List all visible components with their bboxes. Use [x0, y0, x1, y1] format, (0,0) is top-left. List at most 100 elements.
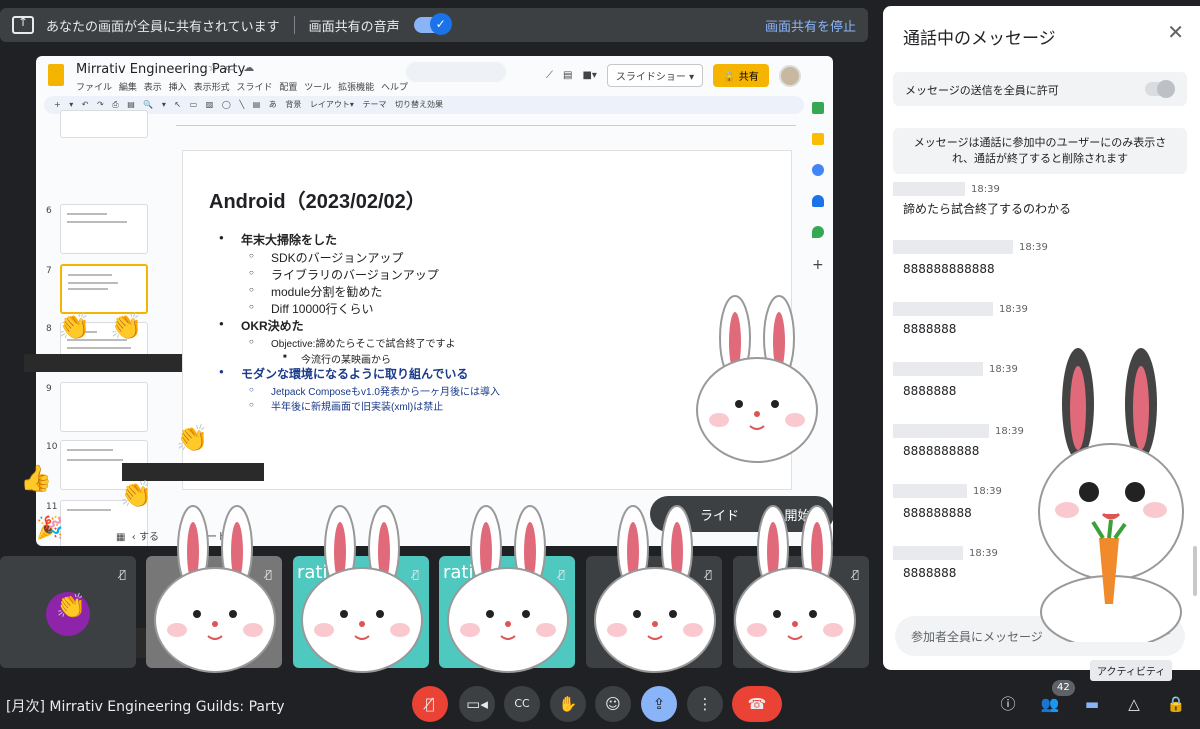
- menu-tools[interactable]: ツール: [304, 83, 331, 93]
- search-field[interactable]: [406, 62, 506, 82]
- host-controls-icon[interactable]: 🔒: [1164, 692, 1188, 716]
- slides-logo-icon: [48, 64, 64, 86]
- star-icon[interactable]: ☆ ▭ ☁: [208, 61, 254, 74]
- menu-slide[interactable]: スライド: [236, 83, 272, 93]
- redacted-name: [24, 354, 182, 372]
- divider: [293, 16, 295, 34]
- menu-view[interactable]: 表示: [144, 83, 162, 93]
- keep-icon[interactable]: [812, 133, 824, 145]
- speaker-notes-bar[interactable]: ▦ ‹ する ーノートを: [116, 528, 237, 543]
- end-call-button[interactable]: ☎: [732, 686, 782, 722]
- ruler: [176, 118, 796, 126]
- tasks-icon[interactable]: [812, 164, 824, 176]
- chat-icon[interactable]: ▬: [1080, 692, 1104, 716]
- notes-label-left: する: [139, 532, 159, 543]
- raise-hand-button[interactable]: ✋: [550, 686, 586, 722]
- message-time: 18:39: [989, 364, 1018, 375]
- grid-view-icon[interactable]: ▦: [116, 532, 125, 543]
- message-header: 18:39: [893, 484, 1002, 502]
- participant-tile[interactable]: rati 🎙̸: [293, 556, 429, 668]
- participant-count-badge: 42: [1052, 680, 1075, 696]
- mic-off-button[interactable]: 🎙̸: [412, 686, 448, 722]
- slide-thumbnail[interactable]: [60, 110, 148, 138]
- mic-off-icon: 🎙̸: [412, 568, 419, 581]
- share-audio-toggle[interactable]: [413, 13, 452, 35]
- allow-messages-toggle[interactable]: [1145, 80, 1175, 98]
- comment-icon[interactable]: ▤: [563, 70, 572, 81]
- toolbar-icons[interactable]: + ▾ ↶ ↷ ⎙ ▤ 🔍 ▾ ↖ ▭ ▨ ◯ ╲ ▤ あ: [54, 100, 277, 109]
- menu-format[interactable]: 表示形式: [194, 83, 230, 93]
- slides-menu-bar: ファイル 編集 表示 挿入 表示形式 スライド 配置 ツール 拡張機能 ヘルプ: [76, 80, 408, 93]
- toolbar-theme[interactable]: テーマ: [362, 100, 386, 109]
- share-button[interactable]: 🔒 共有: [713, 64, 769, 87]
- participant-tile[interactable]: 🎙̸: [586, 556, 722, 668]
- trend-icon[interactable]: ⟋: [546, 70, 553, 81]
- message-header: 18:39: [893, 546, 998, 564]
- slides-header-actions: ⟋ ▤ ■▾ スライドショー ▾ 🔒 共有: [546, 64, 801, 87]
- slide-thumbnail[interactable]: [60, 204, 148, 254]
- slide-number: 7: [46, 266, 52, 276]
- rabbit-with-carrot-sticker: [1038, 348, 1184, 642]
- menu-arrange[interactable]: 配置: [279, 83, 297, 93]
- sheets-icon[interactable]: [812, 102, 824, 114]
- captions-button[interactable]: CC: [504, 686, 540, 722]
- participant-tile[interactable]: rati 🎙̸: [439, 556, 575, 668]
- message-text: 888888888: [903, 506, 972, 520]
- slideshow-button[interactable]: スライドショー ▾: [606, 64, 704, 87]
- camera-button[interactable]: ▭◂: [459, 686, 495, 722]
- menu-file[interactable]: ファイル: [76, 83, 112, 93]
- start-slideshow-pill[interactable]: ライド 開始: [650, 496, 833, 532]
- share-status-text: あなたの画面が全員に共有されています: [46, 19, 280, 35]
- account-avatar[interactable]: [778, 64, 801, 87]
- menu-insert[interactable]: 挿入: [169, 83, 187, 93]
- chat-notice: メッセージは通話に参加中のユーザーにのみ表示され、通話が終了すると削除されます: [893, 128, 1187, 174]
- message-time: 18:39: [973, 486, 1002, 497]
- bullet: Jetpack Composeもv1.0発表から一ヶ月後には導入: [249, 383, 500, 398]
- slide-canvas[interactable]: Android（2023/02/02） 年末大掃除をした SDKのバージョンアッ…: [182, 150, 792, 490]
- close-icon[interactable]: ✕: [1167, 20, 1184, 44]
- maps-icon[interactable]: [812, 226, 824, 238]
- slide-thumbnail-selected[interactable]: [60, 264, 148, 314]
- message-time: 18:39: [1019, 242, 1048, 253]
- tile-text: rati: [443, 562, 474, 583]
- meet-icon[interactable]: ■▾: [582, 70, 596, 81]
- mic-off-icon: 🎙̸: [265, 568, 272, 581]
- slide-thumbnail[interactable]: [60, 382, 148, 432]
- menu-extensions[interactable]: 拡張機能: [338, 83, 374, 93]
- menu-edit[interactable]: 編集: [119, 83, 137, 93]
- side-panel-icons: +: [812, 102, 828, 288]
- stop-sharing-link[interactable]: 画面共有を停止: [765, 16, 856, 35]
- toolbar-transition[interactable]: 切り替え効果: [395, 100, 443, 109]
- more-options-button[interactable]: ⋮: [687, 686, 723, 722]
- bullet: module分割を勧めた: [249, 283, 382, 300]
- participant-tile[interactable]: 🎙̸: [733, 556, 869, 668]
- bullet: モダンな環境になるように取り組んでいる: [219, 365, 468, 382]
- message-text: 8888888: [903, 566, 957, 580]
- emoji-reactions-button[interactable]: ☺: [595, 686, 631, 722]
- allow-messages-label: メッセージの送信を全員に許可: [905, 84, 1059, 97]
- bullet: 年末大掃除をした: [219, 231, 337, 248]
- message-text: 諦めたら試合終了するのわかる: [903, 202, 1072, 216]
- participant-tile[interactable]: 👏 🎙̸: [0, 556, 136, 668]
- slide-number: 11: [46, 502, 58, 512]
- menu-help[interactable]: ヘルプ: [381, 83, 408, 93]
- thumbs-up-reaction-icon: 👍: [20, 464, 53, 494]
- lock-icon: 🔒: [723, 72, 736, 83]
- present-screen-icon: [12, 15, 34, 34]
- add-icon[interactable]: +: [812, 257, 824, 273]
- contacts-icon[interactable]: [812, 195, 824, 207]
- toolbar-background[interactable]: 背景: [285, 100, 301, 109]
- meeting-info-icon[interactable]: ⓘ: [996, 692, 1020, 716]
- message-time: 18:39: [995, 426, 1024, 437]
- slide-number: 6: [46, 206, 52, 216]
- present-screen-button[interactable]: ⇪: [641, 686, 677, 722]
- activities-icon[interactable]: △: [1122, 692, 1146, 716]
- toolbar-layout[interactable]: レイアウト▾: [310, 100, 354, 109]
- message-text: 8888888: [903, 322, 957, 336]
- pill-label-right: 開始: [784, 509, 811, 524]
- participant-tile[interactable]: 🎙̸: [146, 556, 282, 668]
- slides-toolbar: + ▾ ↶ ↷ ⎙ ▤ 🔍 ▾ ↖ ▭ ▨ ◯ ╲ ▤ あ 背景 レイアウト▾ …: [44, 96, 804, 114]
- bullet: Objective:諦めたらそこで試合終了ですよ: [249, 335, 456, 350]
- slide-number: 9: [46, 384, 52, 394]
- clap-reaction-icon: 👏: [110, 312, 143, 342]
